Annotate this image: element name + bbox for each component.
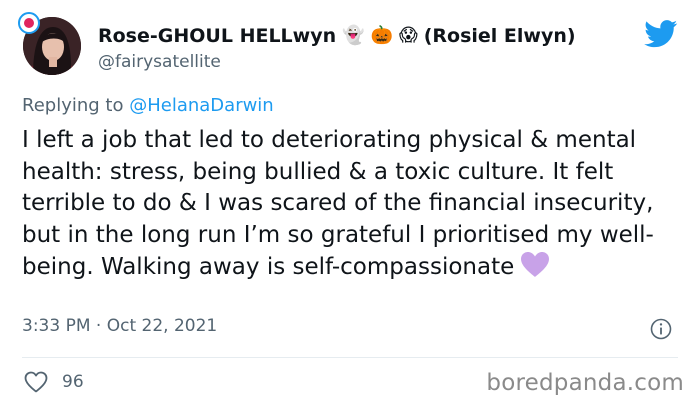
user-handle[interactable]: @fairysatellite <box>98 52 221 72</box>
boredpanda-watermark: boredpanda.com <box>486 370 684 396</box>
purple-heart-icon <box>520 251 550 288</box>
meta-separator: · <box>95 316 102 336</box>
replying-to: Replying to @HelanaDarwin <box>22 95 274 116</box>
tweet-timestamp[interactable]: 3:33 PM · Oct 22, 2021 <box>22 316 217 336</box>
avatar-badge-icon <box>18 12 40 34</box>
alt-name: (Rosiel Elwyn) <box>423 25 576 47</box>
scream-emoji-icon: 😱 <box>398 25 418 46</box>
info-icon[interactable] <box>650 318 672 340</box>
ghost-emoji-icon: 👻 <box>342 25 365 46</box>
heart-outline-icon[interactable] <box>24 371 48 393</box>
pumpkin-emoji-icon: 🎃 <box>370 25 393 46</box>
twitter-bird-icon[interactable] <box>644 20 678 48</box>
tweet-body-text: I left a job that led to deteriorating p… <box>22 127 654 280</box>
user-name-row[interactable]: Rose-GHOUL HELLwyn 👻 🎃 😱 (Rosiel Elwyn) <box>98 23 576 49</box>
reply-mention-link[interactable]: @HelanaDarwin <box>129 95 274 116</box>
divider <box>22 357 678 358</box>
tweet-text: I left a job that led to deteriorating p… <box>22 125 682 288</box>
replying-prefix: Replying to <box>22 95 124 116</box>
like-count: 96 <box>62 372 84 392</box>
tweet-time[interactable]: 3:33 PM <box>22 316 91 336</box>
tweet-card: Rose-GHOUL HELLwyn 👻 🎃 😱 (Rosiel Elwyn) … <box>0 0 700 410</box>
like-button[interactable]: 96 <box>24 371 84 393</box>
display-name[interactable]: Rose-GHOUL HELLwyn <box>98 25 336 47</box>
tweet-date[interactable]: Oct 22, 2021 <box>107 316 218 336</box>
